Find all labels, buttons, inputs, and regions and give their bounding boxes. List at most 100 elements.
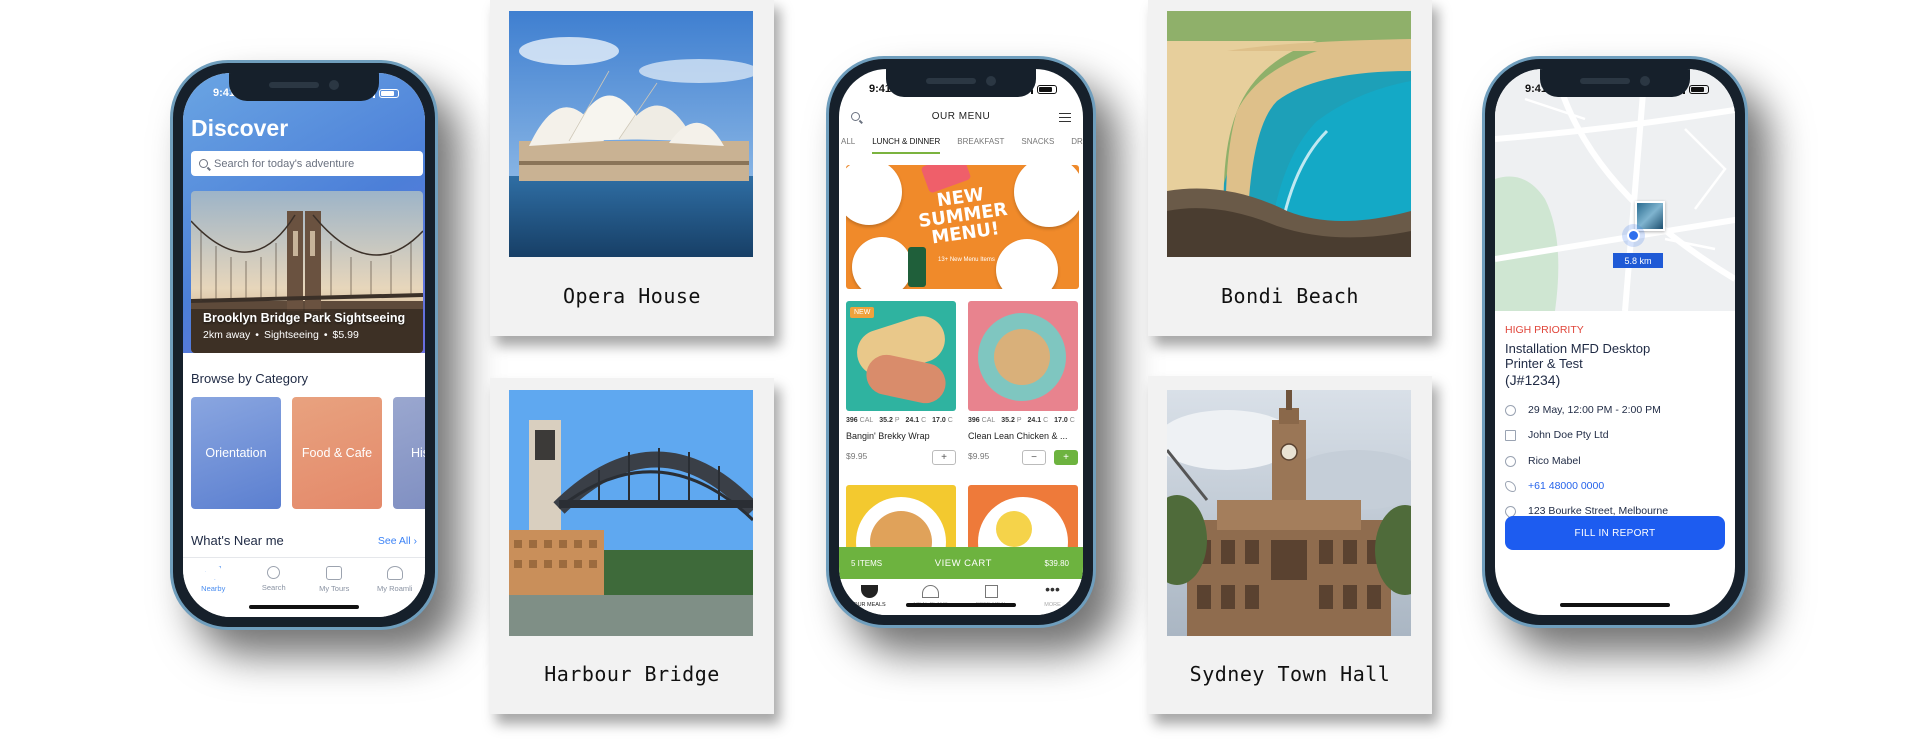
view-cart-bar[interactable]: 5 ITEMS VIEW CART $39.80 bbox=[839, 547, 1083, 579]
protein: 35.2 bbox=[879, 417, 893, 424]
polaroid-sydney-town-hall: Sydney Town Hall bbox=[1148, 376, 1432, 714]
user-icon bbox=[1505, 455, 1516, 467]
nutrition-row: 396 CAL 35.2 P 24.1 C 17.0 C bbox=[968, 417, 1078, 424]
page-title: Discover bbox=[191, 115, 289, 141]
location-photo-thumbnail[interactable] bbox=[1635, 201, 1665, 231]
tab-lunch-dinner[interactable]: LUNCH & DINNER bbox=[872, 137, 941, 154]
job-id: (J#1234) bbox=[1505, 372, 1561, 388]
fat: 17.0 bbox=[932, 417, 946, 424]
detail-text: 29 May, 12:00 PM - 2:00 PM bbox=[1528, 404, 1661, 416]
new-badge: NEW bbox=[850, 307, 875, 318]
category-label: Hist bbox=[411, 446, 425, 460]
featured-meta: 2km away • Sightseeing • $5.99 bbox=[203, 329, 359, 341]
meal-image[interactable] bbox=[968, 485, 1078, 555]
clock-icon bbox=[1505, 404, 1516, 416]
unit: CAL bbox=[859, 417, 874, 424]
distance-label: 5.8 km bbox=[1613, 253, 1663, 268]
filter-icon[interactable] bbox=[1059, 113, 1071, 122]
meal-price: $9.95 bbox=[846, 451, 868, 461]
nutrition-value: 17.0 C bbox=[1054, 417, 1075, 424]
tab-drinks[interactable]: DRI bbox=[1071, 137, 1083, 146]
unit: P bbox=[1016, 417, 1022, 424]
meal-name: Bangin' Brekky Wrap bbox=[846, 431, 930, 441]
priority-label: HIGH PRIORITY bbox=[1505, 324, 1584, 336]
map-streets bbox=[1495, 69, 1735, 311]
user-icon bbox=[386, 566, 403, 580]
category-list: Orientation Food & Cafe Hist bbox=[191, 397, 425, 509]
increment-button[interactable]: + bbox=[1054, 450, 1078, 465]
category-label: Food & Cafe bbox=[301, 446, 373, 460]
job-title-line: Printer & Test bbox=[1505, 356, 1583, 371]
tab-label: Nearby bbox=[201, 584, 226, 593]
food-plate-image bbox=[1014, 165, 1079, 227]
quantity-stepper: + bbox=[932, 450, 956, 465]
navigation-icon bbox=[205, 566, 222, 580]
meal-image bbox=[968, 301, 1078, 411]
unit: C bbox=[921, 417, 927, 424]
battery-icon bbox=[379, 88, 399, 98]
tab-label: OUR MEALS bbox=[853, 602, 886, 608]
search-icon bbox=[199, 159, 208, 168]
job-title: Installation MFD Desktop Printer & Test bbox=[1505, 341, 1650, 371]
tab-more[interactable]: ••• MORE bbox=[1027, 582, 1079, 615]
home-indicator bbox=[906, 603, 1016, 607]
fat: 17.0 bbox=[1054, 417, 1068, 424]
tab-free-meal[interactable]: FREE MEAL bbox=[966, 585, 1018, 615]
polaroid-caption: Opera House bbox=[563, 284, 701, 308]
featured-type: Sightseeing bbox=[263, 329, 319, 341]
tab-meal-plans[interactable]: MEAL PLANS bbox=[905, 585, 957, 615]
unit: CAL bbox=[981, 417, 996, 424]
meal-card[interactable]: 396 CAL 35.2 P 24.1 C 17.0 C Clean Lean … bbox=[968, 301, 1078, 465]
nutrition-value: 35.2 P bbox=[1001, 417, 1021, 424]
tab-our-meals[interactable]: OUR MEALS bbox=[844, 585, 896, 615]
add-button[interactable]: + bbox=[932, 450, 956, 465]
see-all-link[interactable]: See All › bbox=[378, 535, 417, 547]
browse-heading: Browse by Category bbox=[191, 371, 309, 386]
detail-text: John Doe Pty Ltd bbox=[1528, 429, 1609, 441]
fill-in-report-button[interactable]: FILL IN REPORT bbox=[1505, 516, 1725, 550]
tab-search[interactable]: Search bbox=[246, 566, 302, 617]
search-input[interactable]: Search for today's adventure bbox=[191, 151, 423, 176]
battery-icon bbox=[1037, 84, 1057, 94]
tab-nearby[interactable]: Nearby bbox=[185, 566, 241, 617]
phone-menu: 9:41 OUR MENU ALL LUNCH & DINNER BREAKFA… bbox=[826, 56, 1096, 628]
banner-subtitle: 13+ New Menu Items bbox=[938, 257, 995, 263]
discover-screen: 9:41 Discover Search for today's adventu… bbox=[183, 73, 425, 617]
bottom-tab-bar: OUR MEALS MEAL PLANS FREE MEAL ••• MORE bbox=[839, 579, 1083, 615]
unit: P bbox=[894, 417, 900, 424]
view-cart-label: VIEW CART bbox=[934, 557, 992, 569]
search-icon bbox=[267, 566, 281, 579]
category-orientation[interactable]: Orientation bbox=[191, 397, 281, 509]
detail-phone[interactable]: +61 48000 0000 bbox=[1505, 480, 1604, 492]
quantity-stepper: − + bbox=[1022, 450, 1078, 465]
tab-my-tours[interactable]: My Tours bbox=[306, 566, 362, 617]
category-food-cafe[interactable]: Food & Cafe bbox=[292, 397, 382, 509]
tab-my-roamli[interactable]: My Roamli bbox=[367, 566, 423, 617]
page-title: OUR MENU bbox=[931, 111, 991, 122]
detail-time: 29 May, 12:00 PM - 2:00 PM bbox=[1505, 404, 1661, 416]
bondi-beach-photo bbox=[1167, 11, 1411, 257]
meta-separator: • bbox=[323, 329, 328, 341]
tab-all[interactable]: ALL bbox=[841, 137, 855, 146]
unit: C bbox=[947, 417, 953, 424]
phone-notch bbox=[886, 69, 1036, 97]
map-view[interactable]: 5.8 km bbox=[1495, 69, 1735, 311]
tab-breakfast[interactable]: BREAKFAST bbox=[957, 137, 1004, 146]
bowl-icon bbox=[861, 585, 878, 598]
meal-image[interactable] bbox=[846, 485, 956, 555]
meal-image: NEW bbox=[846, 301, 956, 411]
search-placeholder: Search for today's adventure bbox=[214, 157, 355, 170]
cloche-icon bbox=[922, 585, 939, 598]
meal-card[interactable]: NEW 396 CAL 35.2 P 24.1 C 17.0 C Bangin'… bbox=[846, 301, 956, 465]
food-plate-image bbox=[846, 165, 902, 225]
protein: 35.2 bbox=[1001, 417, 1015, 424]
summer-menu-banner[interactable]: NEW SUMMER MENU! 13+ New Menu Items bbox=[846, 165, 1079, 289]
featured-tour-card[interactable]: Brooklyn Bridge Park Sightseeing 2km awa… bbox=[191, 191, 423, 353]
category-history[interactable]: Hist bbox=[393, 397, 425, 509]
decrement-button[interactable]: − bbox=[1022, 450, 1046, 465]
nutrition-row: 396 CAL 35.2 P 24.1 C 17.0 C bbox=[846, 417, 956, 424]
home-indicator bbox=[249, 605, 359, 609]
tab-snacks[interactable]: SNACKS bbox=[1021, 137, 1054, 146]
tab-label: Search bbox=[261, 583, 286, 592]
food-plate-image bbox=[996, 239, 1058, 289]
